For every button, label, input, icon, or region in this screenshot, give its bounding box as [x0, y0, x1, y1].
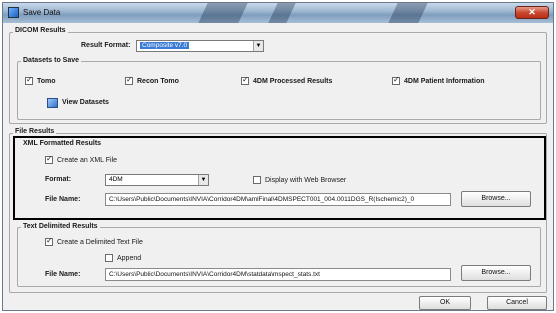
- xml-browse-button[interactable]: Browse...: [461, 191, 531, 207]
- tomo-label: Tomo: [37, 78, 56, 85]
- result-format-value: Composite v7.0: [140, 42, 190, 49]
- title-bar[interactable]: Save Data ✕: [3, 3, 553, 23]
- window-title: Save Data: [23, 8, 61, 17]
- tomo-checkbox[interactable]: [25, 75, 33, 85]
- append-label: Append: [117, 255, 142, 262]
- create-xml-checkbox[interactable]: [45, 154, 53, 164]
- cancel-button[interactable]: Cancel: [487, 296, 547, 310]
- result-format-select[interactable]: Composite v7.0 ▼: [136, 40, 264, 52]
- 4dm-patient-information-label: 4DM Patient Information: [404, 78, 485, 85]
- app-icon: [8, 7, 19, 18]
- recon-tomo-label: Recon Tomo: [137, 78, 179, 85]
- xml-file-name-label: File Name:: [45, 196, 81, 203]
- title-bar-decoration: [388, 3, 428, 23]
- file-results-title: File Results: [13, 128, 57, 135]
- save-data-dialog: Save Data ✕ DICOM Results Result Format:…: [2, 2, 554, 311]
- text-file-name-input[interactable]: C:\Users\Public\Documents\INVIA\Corridor…: [105, 268, 451, 281]
- xml-format-value: 4DM: [109, 176, 123, 183]
- result-format-label: Result Format:: [81, 42, 131, 49]
- display-web-browser-label: Display with Web Browser: [265, 177, 347, 184]
- text-results-title: Text Delimited Results: [21, 223, 100, 230]
- 4dm-processed-results-checkbox[interactable]: [241, 75, 249, 85]
- ok-button[interactable]: OK: [419, 296, 471, 310]
- create-delimited-label: Create a Delimited Text File: [57, 239, 143, 246]
- xml-results-title: XML Formatted Results: [23, 140, 102, 147]
- datasets-to-save-group: [17, 61, 541, 120]
- 4dm-processed-results-label: 4DM Processed Results: [253, 78, 333, 85]
- xml-format-select[interactable]: 4DM ▼: [105, 174, 209, 186]
- 4dm-patient-information-checkbox[interactable]: [392, 75, 400, 85]
- text-file-name-label: File Name:: [45, 271, 81, 278]
- title-bar-decoration: [268, 3, 296, 23]
- title-bar-decoration: [198, 3, 248, 23]
- chevron-down-icon: ▼: [198, 175, 208, 185]
- datasets-icon[interactable]: [47, 98, 58, 108]
- xml-format-label: Format:: [45, 176, 72, 183]
- close-icon: ✕: [528, 7, 536, 17]
- text-browse-button[interactable]: Browse...: [461, 265, 531, 281]
- create-delimited-checkbox[interactable]: [45, 236, 53, 246]
- recon-tomo-checkbox[interactable]: [125, 75, 133, 85]
- create-xml-label: Create an XML File: [57, 157, 118, 164]
- display-web-browser-checkbox[interactable]: [253, 176, 261, 184]
- append-checkbox[interactable]: [105, 254, 113, 262]
- datasets-to-save-title: Datasets to Save: [21, 57, 82, 64]
- close-button[interactable]: ✕: [515, 6, 549, 19]
- view-datasets-link[interactable]: View Datasets: [62, 99, 109, 106]
- dicom-results-title: DICOM Results: [13, 27, 68, 34]
- chevron-down-icon: ▼: [253, 41, 263, 51]
- xml-file-name-input[interactable]: C:\Users\Public\Documents\INVIA\Corridor…: [105, 193, 451, 206]
